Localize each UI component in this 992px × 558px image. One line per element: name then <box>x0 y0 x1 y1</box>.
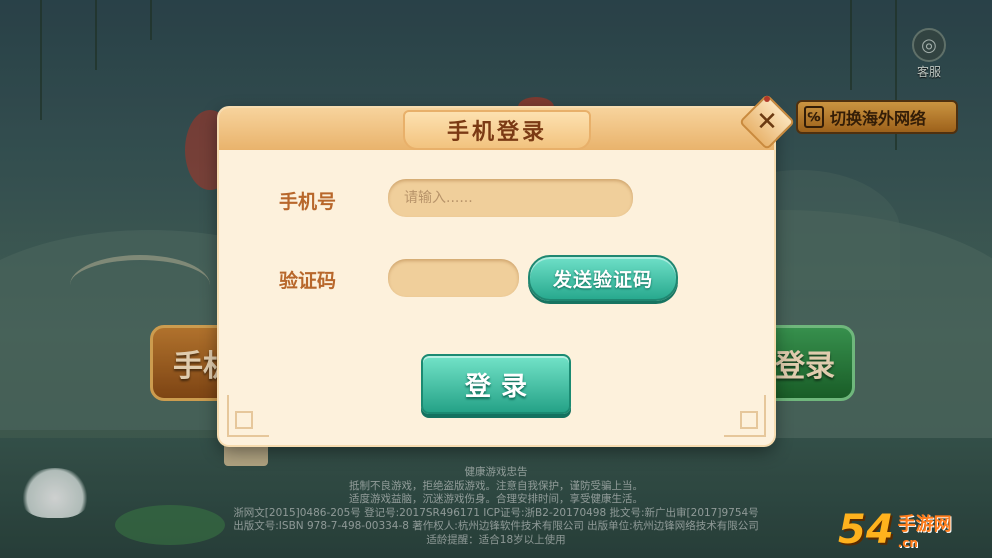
phone-input[interactable] <box>388 179 633 217</box>
watermark-url: .cn <box>897 536 918 550</box>
close-icon[interactable]: ✕ <box>753 107 781 137</box>
dialog-title: 手机登录 <box>403 110 591 150</box>
send-code-button[interactable]: 发送验证码 <box>528 255 678 301</box>
watermark-site-name: 手游网 <box>897 514 952 535</box>
login-button[interactable]: 登录 <box>421 354 571 414</box>
verification-code-input[interactable] <box>388 259 519 297</box>
phone-label: 手机号 <box>279 191 337 213</box>
code-label: 验证码 <box>279 270 337 292</box>
site-watermark: 54 手游网 .cn <box>838 510 952 550</box>
watermark-number: 54 <box>838 507 894 553</box>
phone-login-dialog: 手机登录 ✕ 手机号 验证码 发送验证码 登录 <box>219 93 796 445</box>
